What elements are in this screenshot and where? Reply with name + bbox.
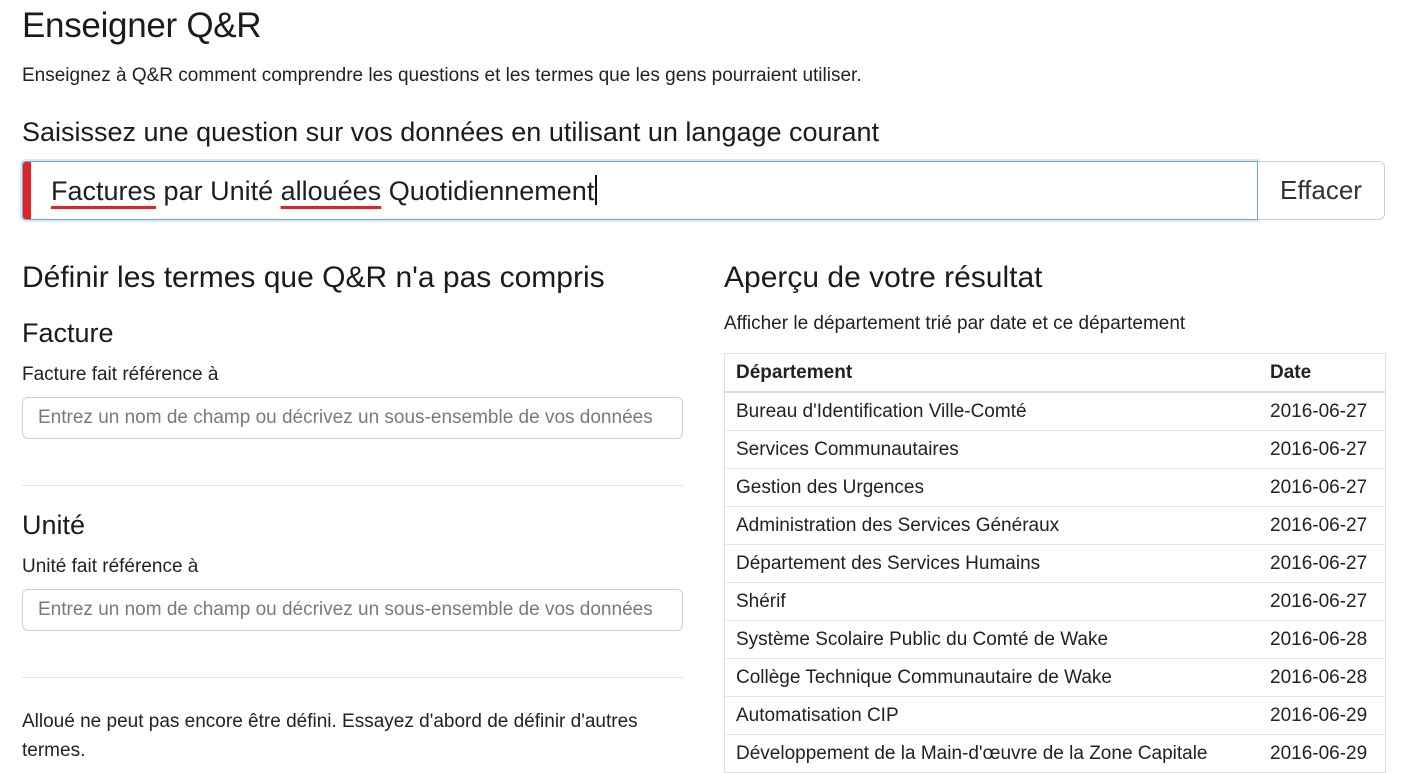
date-cell: 2016-06-28 bbox=[1259, 658, 1386, 697]
date-cell: 2016-06-27 bbox=[1259, 430, 1386, 469]
date-cell: 2016-06-28 bbox=[1259, 620, 1386, 659]
date-cell: 2016-06-29 bbox=[1259, 734, 1386, 773]
department-cell: Administration des Services Généraux bbox=[724, 506, 1259, 545]
table-row: Services Communautaires 2016-06-27 bbox=[724, 430, 1386, 469]
page-subtitle: Enseignez à Q&R comment comprendre les q… bbox=[22, 65, 862, 86]
date-cell: 2016-06-27 bbox=[1259, 582, 1386, 621]
question-text[interactable]: Factures par Unité allouées Quotidiennem… bbox=[51, 175, 598, 207]
question-word-flagged: allouées bbox=[280, 176, 382, 206]
department-cell: Collège Technique Communautaire de Wake bbox=[724, 658, 1259, 697]
text-cursor bbox=[595, 175, 598, 205]
department-cell: Bureau d'Identification Ville-Comté bbox=[724, 391, 1259, 431]
table-row: Département des Services Humains 2016-06-… bbox=[724, 544, 1386, 583]
question-word: Quotidiennement bbox=[381, 176, 595, 206]
table-row: Automatisation CIP 2016-06-29 bbox=[724, 696, 1386, 735]
preview-heading: Aperçu de votre résultat bbox=[724, 261, 1043, 294]
results-table: Département Date Bureau d'Identification… bbox=[724, 353, 1386, 773]
department-cell: Shérif bbox=[724, 582, 1259, 621]
table-row: Collège Technique Communautaire de Wake 2… bbox=[724, 658, 1386, 697]
section-divider bbox=[22, 677, 683, 678]
date-cell: 2016-06-27 bbox=[1259, 468, 1386, 507]
question-bar: Factures par Unité allouées Quotidiennem… bbox=[22, 161, 1385, 222]
undefined-term-note: Alloué ne peut pas encore être défini. E… bbox=[22, 711, 638, 761]
table-row: Bureau d'Identification Ville-Comté 2016-… bbox=[724, 391, 1386, 431]
column-header-department[interactable]: Département bbox=[724, 353, 1259, 393]
column-header-date[interactable]: Date bbox=[1259, 353, 1386, 393]
department-cell: Automatisation CIP bbox=[724, 696, 1259, 735]
question-word: par Unité bbox=[156, 176, 281, 206]
clear-button[interactable]: Effacer bbox=[1258, 161, 1385, 220]
term-input-facture[interactable] bbox=[22, 397, 683, 439]
page-title: Enseigner Q&R bbox=[22, 6, 262, 45]
table-row: Développement de la Main-d'œuvre de la Z… bbox=[724, 734, 1386, 773]
table-row: Gestion des Urgences 2016-06-27 bbox=[724, 468, 1386, 507]
date-cell: 2016-06-27 bbox=[1259, 506, 1386, 545]
date-cell: 2016-06-29 bbox=[1259, 696, 1386, 735]
term-heading-facture: Facture bbox=[22, 318, 114, 348]
department-cell: Services Communautaires bbox=[724, 430, 1259, 469]
table-row: Shérif 2016-06-27 bbox=[724, 582, 1386, 621]
term-label-unite: Unité fait référence à bbox=[22, 556, 199, 577]
department-cell: Développement de la Main-d'œuvre de la Z… bbox=[724, 734, 1259, 773]
term-heading-unite: Unité bbox=[22, 510, 86, 540]
question-word-flagged: Factures bbox=[51, 176, 157, 206]
table-header-row: Département Date bbox=[724, 353, 1386, 393]
date-cell: 2016-06-27 bbox=[1259, 391, 1386, 431]
section-divider bbox=[22, 485, 683, 486]
define-terms-heading: Définir les termes que Q&R n'a pas compr… bbox=[22, 261, 605, 294]
question-prompt: Saisissez une question sur vos données e… bbox=[22, 117, 880, 147]
department-cell: Département des Services Humains bbox=[724, 544, 1259, 583]
error-indicator bbox=[23, 162, 31, 219]
date-cell: 2016-06-27 bbox=[1259, 544, 1386, 583]
question-input[interactable]: Factures par Unité allouées Quotidiennem… bbox=[22, 161, 1258, 220]
preview-description: Afficher le département trié par date et… bbox=[724, 313, 1186, 334]
department-cell: Gestion des Urgences bbox=[724, 468, 1259, 507]
term-label-facture: Facture fait référence à bbox=[22, 364, 219, 385]
table-row: Administration des Services Généraux 2016… bbox=[724, 506, 1386, 545]
department-cell: Système Scolaire Public du Comté de Wake bbox=[724, 620, 1259, 659]
table-row: Système Scolaire Public du Comté de Wake… bbox=[724, 620, 1386, 659]
term-input-unite[interactable] bbox=[22, 589, 683, 631]
